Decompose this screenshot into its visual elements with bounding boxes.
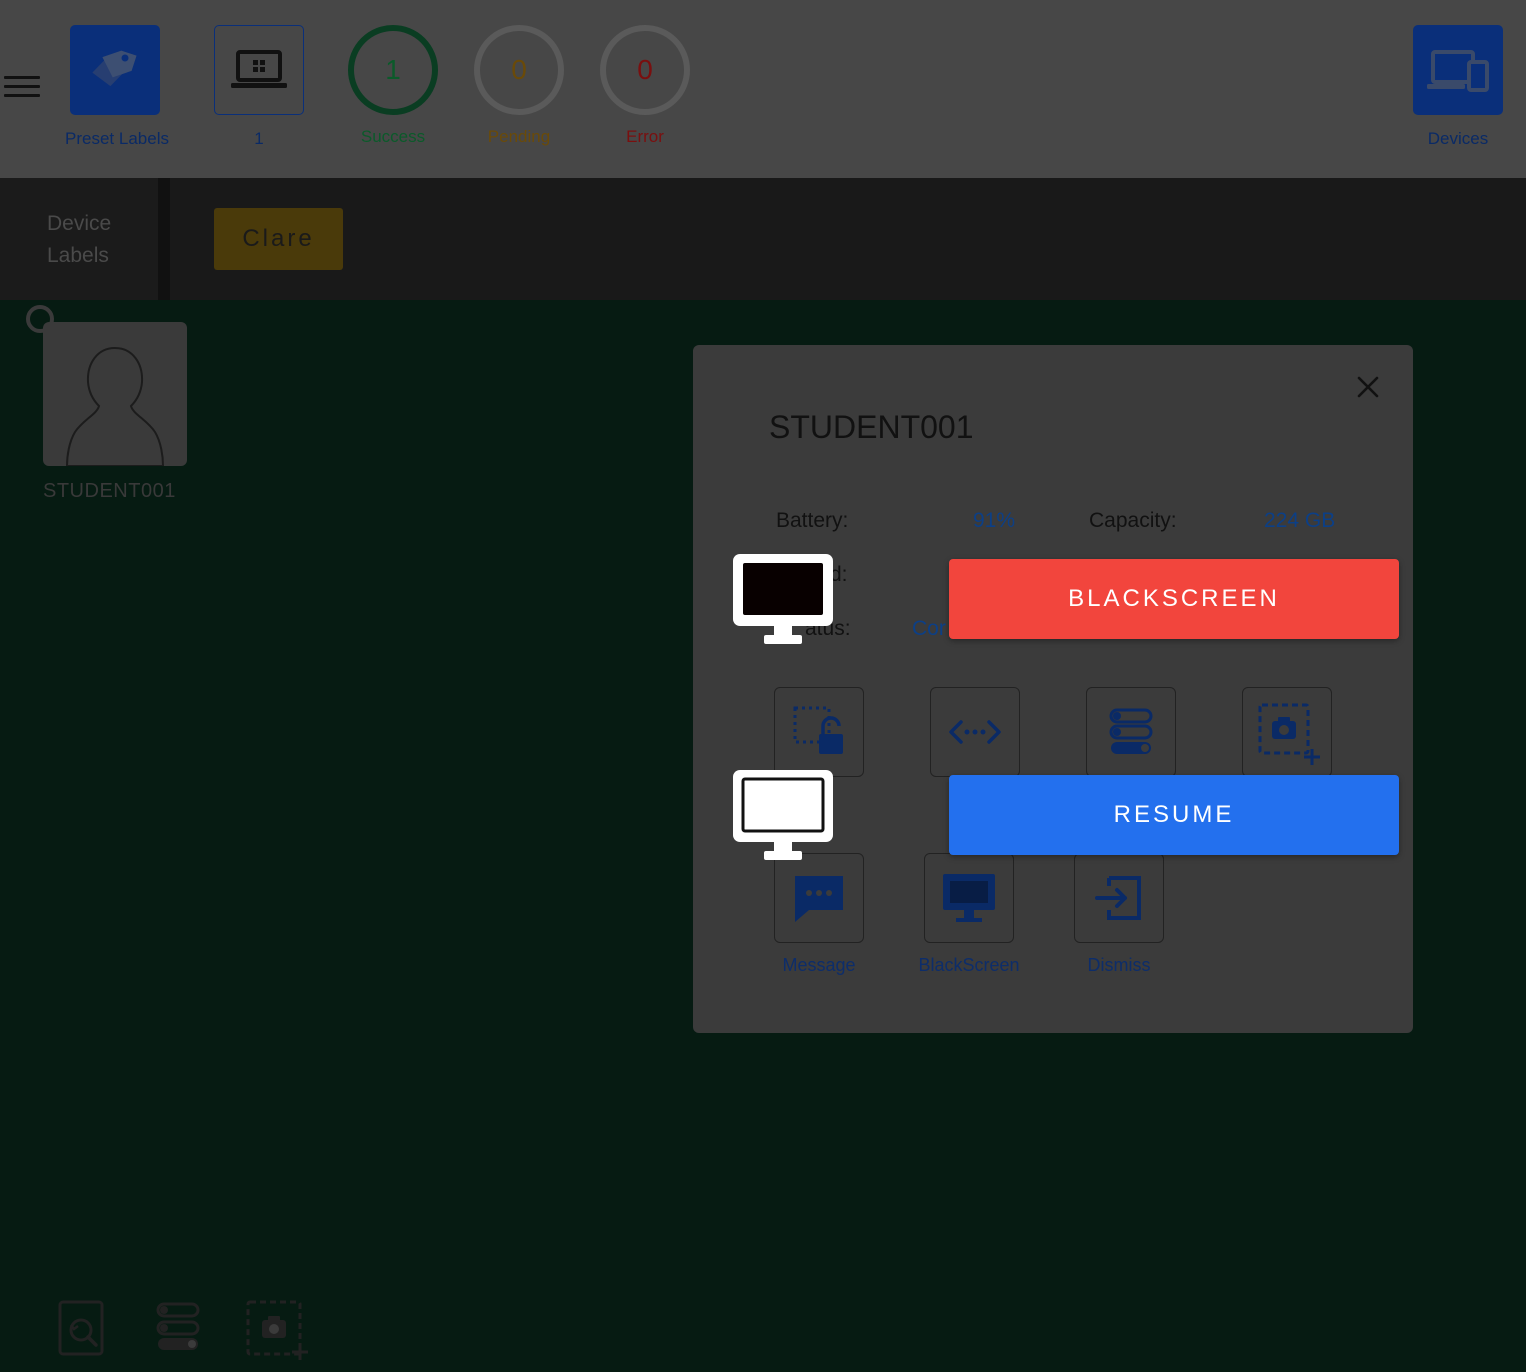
dismiss-action-button[interactable] (1074, 853, 1164, 943)
resume-button[interactable]: RESUME (949, 775, 1399, 855)
lock-selection-icon (793, 706, 843, 754)
success-count: 1 (385, 54, 401, 85)
screenshot-tool[interactable] (244, 1298, 308, 1360)
settings-toggles-action-button[interactable] (1086, 687, 1176, 777)
device-avatar[interactable] (43, 322, 187, 466)
toggles-tool[interactable] (150, 1298, 212, 1360)
status-value: Cor (912, 617, 946, 640)
device-labels-bar: Device Labels Clare (0, 178, 1526, 300)
toggles-icon (1109, 708, 1153, 754)
error-count-ring[interactable]: 0 (600, 25, 690, 115)
message-icon (795, 876, 843, 922)
top-toolbar: Preset Labels 1 1 Success 0 Pending 0 Er… (0, 0, 1526, 178)
pending-label: Pending (487, 127, 551, 146)
device-count-caption: 1 (254, 129, 264, 148)
monitor-icon (943, 874, 995, 922)
user-silhouette-icon (65, 346, 165, 466)
error-label: Error (626, 127, 664, 146)
device-type-button[interactable] (214, 25, 304, 115)
resume-monitor-icon (730, 767, 836, 863)
blackscreen-monitor-icon (730, 551, 836, 647)
device-labels-title: Device Labels (47, 212, 112, 267)
blackscreen-action-label: BlackScreen (918, 955, 1020, 975)
device-labels-panel: Device Labels (0, 178, 170, 300)
device-detail-modal: STUDENT001 Battery: 91% Capacity: 224 GB… (693, 345, 1413, 1033)
clear-action-button[interactable] (930, 687, 1020, 777)
blackscreen-action-button[interactable] (924, 853, 1014, 943)
screenshot-add-icon (246, 1300, 308, 1360)
capacity-label: Capacity: (1089, 509, 1177, 532)
success-label: Success (360, 127, 426, 146)
toggles-icon (156, 1302, 200, 1350)
dismiss-action-label: Dismiss (1087, 955, 1151, 975)
error-count: 0 (637, 54, 653, 85)
preset-labels-button[interactable] (70, 25, 160, 115)
unlock-action-button[interactable] (774, 687, 864, 777)
menu-icon[interactable] (4, 76, 40, 100)
screenshot-add-icon (1258, 703, 1320, 765)
label-chip-clare[interactable]: Clare (214, 208, 343, 270)
pending-count-ring[interactable]: 0 (474, 25, 564, 115)
pending-count: 0 (511, 54, 527, 85)
success-count-ring[interactable]: 1 (348, 25, 438, 115)
device-name: STUDENT001 (43, 480, 176, 502)
battery-label: Battery: (776, 509, 849, 532)
code-arrows-icon (949, 720, 1001, 744)
close-icon[interactable] (1353, 372, 1383, 402)
tags-icon (92, 50, 137, 87)
refresh-search-icon (58, 1300, 104, 1356)
blackscreen-button[interactable]: BLACKSCREEN (949, 559, 1399, 639)
devices-caption: Devices (1427, 129, 1489, 148)
message-action-button[interactable] (774, 853, 864, 943)
screenshot-action-button[interactable] (1242, 687, 1332, 777)
message-action-label: Message (782, 955, 856, 975)
exit-icon (1095, 876, 1141, 920)
windows-laptop-icon (231, 50, 287, 88)
devices-button[interactable] (1413, 25, 1503, 115)
refresh-search-tool[interactable] (52, 1298, 114, 1360)
devices-icon (1427, 50, 1489, 92)
capacity-value: 224 GB (1264, 509, 1336, 532)
modal-title: STUDENT001 (769, 409, 974, 445)
battery-value: 91% (973, 509, 1016, 532)
